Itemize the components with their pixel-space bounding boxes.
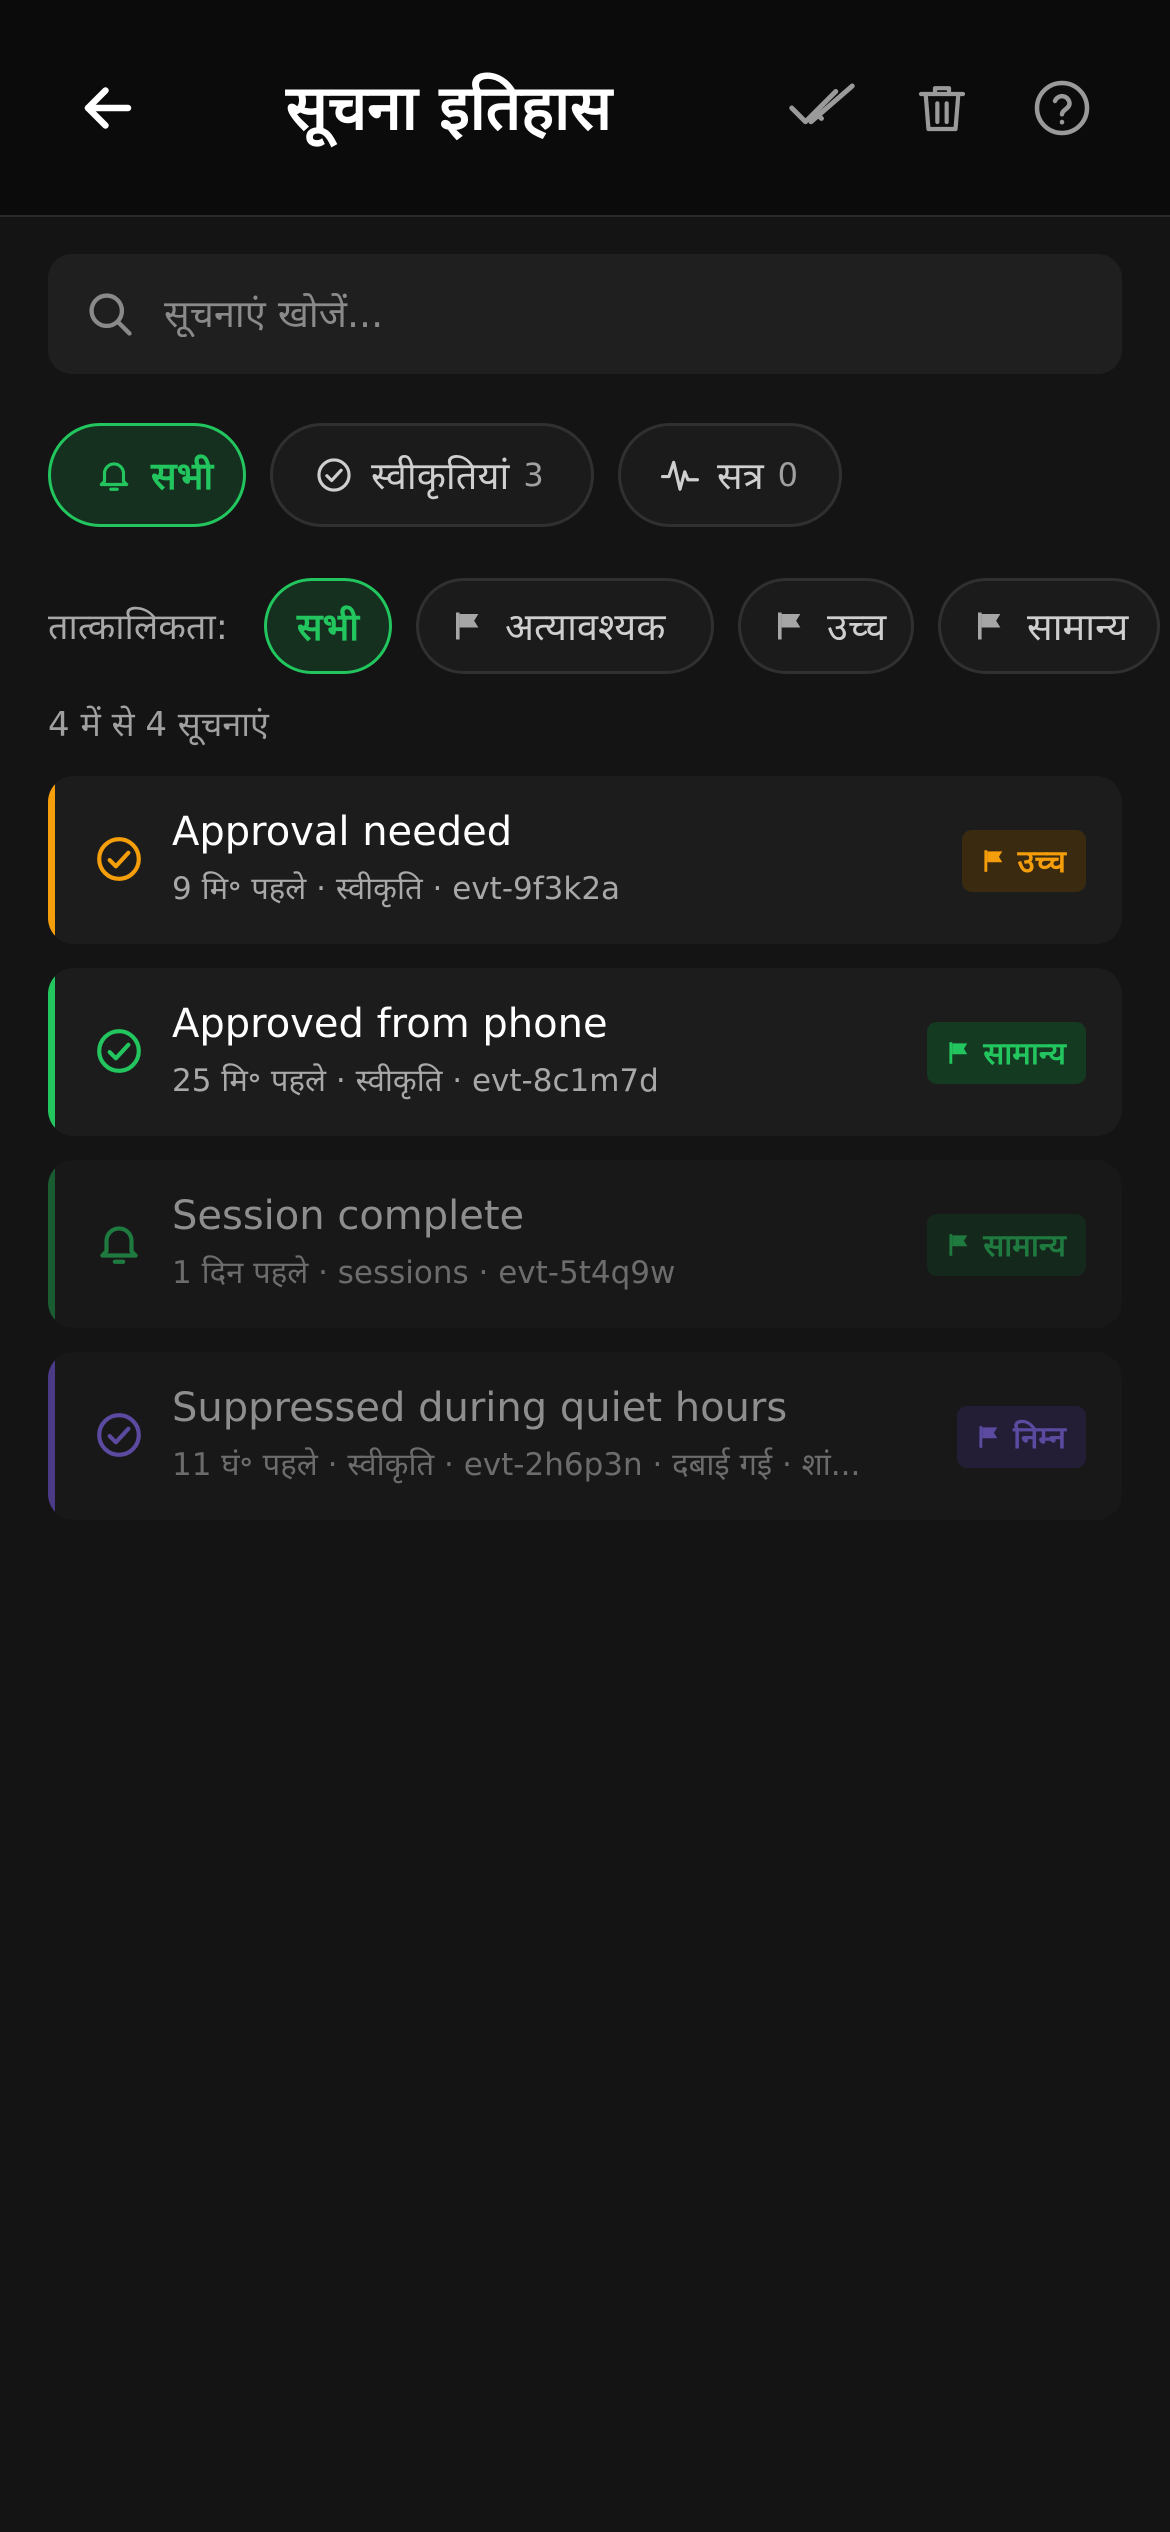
filter-chip-label: स्वीकृतियां (371, 454, 510, 498)
notification-meta: 11 घं॰ पहले · स्वीकृति · evt-2h6p3n · दब… (172, 1447, 861, 1483)
search-icon (89, 293, 132, 336)
clear-all-button[interactable] (894, 60, 990, 156)
urgency-badge: सामान्य (927, 1022, 1086, 1084)
check-circle-icon (97, 1029, 141, 1073)
urgency-badge-label: सामान्य (983, 1228, 1066, 1264)
results-count: 4 में से 4 सूचनाएं (48, 705, 269, 745)
urgency-badge: निम्न (957, 1406, 1086, 1468)
filter-chip-label: सत्र (717, 454, 764, 498)
filter-chip-label: सभी (151, 454, 214, 498)
urgency-accent-bar (48, 776, 55, 944)
urgency-chip-label: अत्यावश्यक (505, 605, 666, 649)
filter-chip-sessions[interactable]: सत्र 0 (618, 423, 842, 527)
urgency-chip-label: उच्च (827, 605, 887, 649)
urgency-chip-high[interactable]: उच्च (738, 578, 914, 674)
flag-icon (984, 850, 1002, 872)
notification-card[interactable]: Approval needed 9 मि॰ पहले · स्वीकृति · … (48, 776, 1122, 944)
notification-meta: 25 मि॰ पहले · स्वीकृति · evt-8c1m7d (172, 1063, 659, 1099)
filter-chip-count: 3 (523, 456, 544, 494)
help-button[interactable] (1014, 60, 1110, 156)
check-circle-icon (317, 458, 351, 492)
flag-icon (949, 1234, 968, 1256)
help-circle-icon (1034, 80, 1090, 136)
urgency-chip-normal[interactable]: सामान्य (938, 578, 1160, 674)
search-bar (48, 254, 1122, 374)
flag-icon (456, 612, 479, 640)
notification-card[interactable]: Suppressed during quiet hours 11 घं॰ पहल… (48, 1352, 1122, 1520)
urgency-badge: उच्च (961, 830, 1086, 892)
notification-meta: 1 दिन पहले · sessions · evt-5t4q9w (172, 1255, 676, 1291)
arrow-left-icon (84, 87, 132, 129)
filter-chip-all[interactable]: सभी (48, 423, 246, 527)
notification-card[interactable]: Session complete 1 दिन पहले · sessions ·… (48, 1160, 1122, 1328)
notification-title: Approval needed (172, 809, 513, 855)
bell-icon (100, 1226, 138, 1264)
urgency-accent-bar (48, 1160, 55, 1328)
notification-history-screen: सूचना इतिहास सूचनाएं खोजें... सभी स्वीकृ… (0, 0, 1170, 2532)
flag-icon (778, 612, 801, 640)
notification-card[interactable]: Approved from phone 25 मि॰ पहले · स्वीकृ… (48, 968, 1122, 1136)
activity-icon (661, 460, 699, 491)
flag-icon (949, 1042, 968, 1064)
urgency-accent-bar (48, 968, 55, 1136)
back-button[interactable] (60, 60, 156, 156)
urgency-badge-label: निम्न (1013, 1420, 1066, 1456)
urgency-accent-bar (48, 1352, 55, 1520)
notification-title: Session complete (172, 1193, 525, 1239)
mark-all-read-button[interactable] (774, 60, 870, 156)
double-check-icon (789, 83, 855, 125)
urgency-chip-label: सामान्य (1027, 605, 1129, 649)
search-input[interactable] (162, 291, 1066, 337)
urgency-badge: सामान्य (927, 1214, 1086, 1276)
page-title: सूचना इतिहास (286, 71, 613, 144)
notification-title: Suppressed during quiet hours (172, 1385, 788, 1431)
flag-icon (979, 1426, 998, 1448)
flag-icon (978, 612, 1001, 640)
notification-title: Approved from phone (172, 1001, 608, 1047)
check-circle-icon (97, 837, 141, 881)
urgency-chip-critical[interactable]: अत्यावश्यक (416, 578, 714, 674)
urgency-chip-all[interactable]: सभी (264, 578, 392, 674)
filter-chip-approvals[interactable]: स्वीकृतियां 3 (270, 423, 594, 527)
urgency-chip-label: सभी (296, 605, 360, 649)
trash-icon (918, 86, 966, 132)
filter-chip-count: 0 (777, 456, 799, 494)
notification-meta: 9 मि॰ पहले · स्वीकृति · evt-9f3k2a (172, 871, 621, 907)
urgency-badge-label: सामान्य (983, 1036, 1066, 1072)
top-app-bar: सूचना इतिहास (0, 0, 1170, 217)
check-circle-icon (97, 1413, 141, 1457)
bell-icon (99, 462, 129, 491)
urgency-badge-label: उच्च (1017, 844, 1066, 880)
urgency-filter-label: तात्कालिकता: (48, 607, 228, 648)
